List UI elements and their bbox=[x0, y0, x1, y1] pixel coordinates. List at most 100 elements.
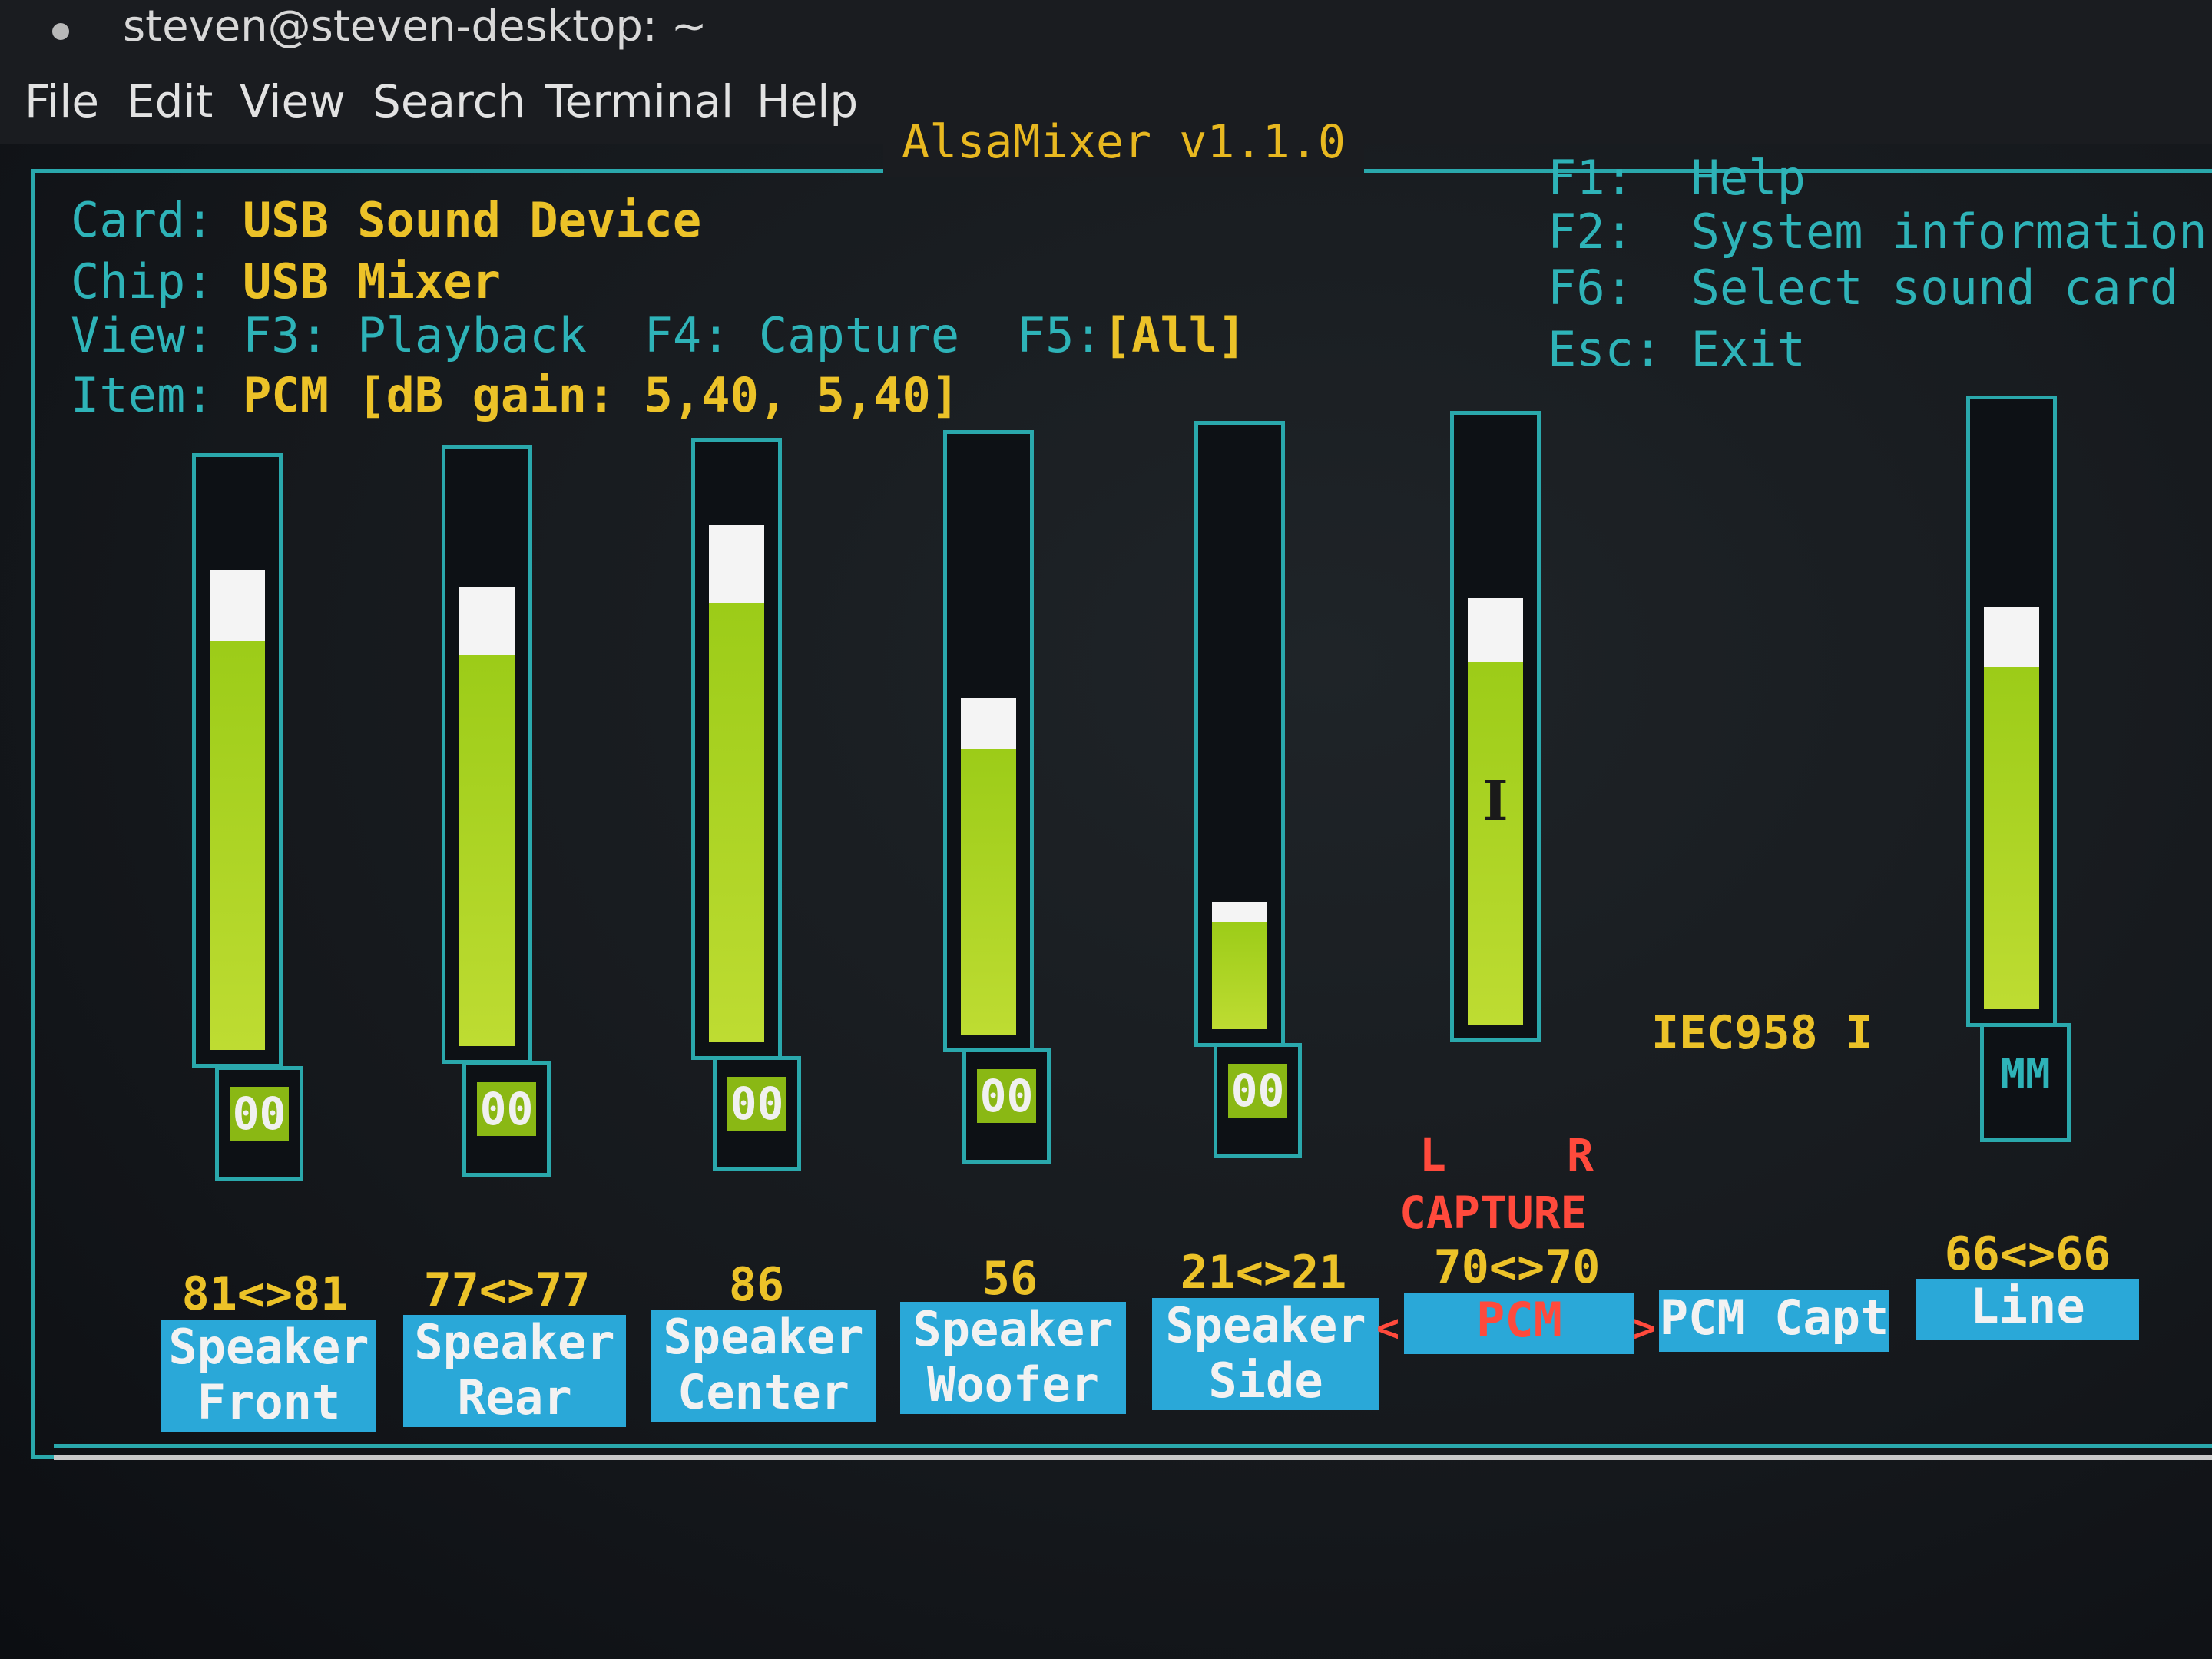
volume-bar-speaker-front[interactable] bbox=[192, 453, 283, 1068]
mixer-frame-outer-border bbox=[54, 1455, 2212, 1460]
bar-white-segment bbox=[1212, 902, 1267, 922]
bar-green-segment bbox=[709, 603, 764, 1042]
bar-white-segment bbox=[210, 569, 265, 642]
mute-status: MM bbox=[2000, 1050, 2051, 1098]
channel-value: 70<>70 bbox=[1433, 1240, 1601, 1294]
volume-bar-speaker-side[interactable] bbox=[1194, 421, 1285, 1047]
volume-bar-speaker-woofer[interactable] bbox=[943, 430, 1034, 1052]
item-value: PCM [dB gain: 5,40, 5,40] bbox=[242, 367, 960, 423]
item-line: Item: PCM [dB gain: 5,40, 5,40] bbox=[71, 367, 959, 424]
key-f6: F6: bbox=[1548, 260, 1634, 316]
channel-name-speaker-side[interactable]: Speaker Side bbox=[1152, 1298, 1379, 1410]
selection-right-arrow-icon: > bbox=[1633, 1306, 1657, 1350]
bar-fill bbox=[1212, 425, 1267, 1029]
channel-value: 56 bbox=[982, 1252, 1038, 1306]
bar-green-segment bbox=[961, 748, 1016, 1035]
capture-label: CAPTURE bbox=[1399, 1187, 1588, 1239]
window-title: steven@steven-desktop: ~ bbox=[123, 2, 707, 51]
bar-green-segment bbox=[1468, 661, 1523, 1025]
app-title: AlsaMixer v1.1.0 bbox=[883, 108, 1364, 177]
bar-white-segment bbox=[709, 525, 764, 604]
menu-view[interactable]: View bbox=[240, 75, 346, 127]
mute-status: 00 bbox=[1228, 1064, 1287, 1118]
bar-fill bbox=[1468, 415, 1523, 1025]
volume-bar-pcm[interactable] bbox=[1450, 411, 1541, 1042]
capture-left-label: L bbox=[1419, 1129, 1446, 1181]
mute-toggle-speaker-rear[interactable]: 00 bbox=[462, 1061, 551, 1177]
bar-white-segment bbox=[961, 698, 1016, 749]
key-help-f1: F1: Help bbox=[1548, 150, 1806, 207]
card-value: USB Sound Device bbox=[242, 192, 702, 248]
mute-status: 00 bbox=[977, 1069, 1036, 1123]
menu-terminal[interactable]: Terminal bbox=[545, 75, 733, 127]
key-f6-action: Select sound card bbox=[1690, 260, 2179, 316]
mute-toggle-line[interactable]: MM bbox=[1980, 1023, 2071, 1142]
bar-fill bbox=[459, 449, 515, 1046]
key-help-esc: Esc: Exit bbox=[1548, 321, 1806, 378]
bar-white-segment bbox=[459, 586, 515, 656]
mute-toggle-speaker-front[interactable]: 00 bbox=[215, 1066, 303, 1181]
chip-value: USB Mixer bbox=[242, 253, 501, 310]
menu-file[interactable]: File bbox=[25, 75, 99, 127]
channel-name-speaker-center[interactable]: Speaker Center bbox=[651, 1310, 876, 1422]
text-cursor-icon: I bbox=[1482, 768, 1508, 833]
volume-bar-line[interactable] bbox=[1966, 396, 2057, 1027]
bar-fill bbox=[1984, 399, 2039, 1009]
bar-green-segment bbox=[1984, 667, 2039, 1009]
bar-fill bbox=[961, 434, 1016, 1035]
menu-help[interactable]: Help bbox=[757, 75, 858, 127]
key-f1: F1: bbox=[1548, 150, 1634, 206]
key-help-f2: F2: System information bbox=[1548, 204, 2207, 260]
chip-line: Chip: USB Mixer bbox=[71, 253, 501, 310]
item-label: Item: bbox=[71, 367, 214, 423]
mute-status: 00 bbox=[727, 1077, 786, 1131]
mixer-frame-inner-border bbox=[54, 1444, 2212, 1448]
mute-status: 00 bbox=[230, 1087, 289, 1141]
iec958-label: IEC958 I bbox=[1651, 1006, 1873, 1060]
view-all[interactable]: [All] bbox=[1103, 307, 1247, 363]
key-esc-action: Exit bbox=[1690, 321, 1806, 377]
view-capture[interactable]: F4: Capture bbox=[644, 307, 960, 363]
channel-name-line[interactable]: Line bbox=[1916, 1279, 2139, 1340]
bar-green-segment bbox=[1212, 921, 1267, 1029]
bar-white-segment bbox=[1468, 598, 1523, 662]
window-dot-icon[interactable] bbox=[52, 23, 69, 40]
card-line: Card: USB Sound Device bbox=[71, 192, 701, 249]
key-f2-action: System information bbox=[1690, 204, 2207, 260]
bar-fill bbox=[210, 457, 265, 1050]
bar-white-segment bbox=[1984, 606, 2039, 667]
channel-name-pcm[interactable]: PCM bbox=[1404, 1293, 1634, 1354]
mute-toggle-speaker-side[interactable]: 00 bbox=[1214, 1043, 1302, 1158]
title-bar: steven@steven-desktop: ~ bbox=[0, 0, 2212, 60]
capture-right-label: R bbox=[1567, 1129, 1594, 1181]
channel-value: 66<>66 bbox=[1944, 1227, 2111, 1281]
channel-name-speaker-rear[interactable]: Speaker Rear bbox=[403, 1315, 626, 1427]
terminal-screen: steven@steven-desktop: ~ File Edit View … bbox=[0, 0, 2212, 1659]
channel-value: 81<>81 bbox=[181, 1267, 349, 1321]
key-esc: Esc: bbox=[1548, 321, 1663, 377]
view-line: View: F3: Playback F4: Capture F5:[All] bbox=[71, 307, 1246, 364]
channel-name-speaker-woofer[interactable]: Speaker Woofer bbox=[900, 1302, 1126, 1414]
volume-bar-speaker-center[interactable] bbox=[691, 438, 782, 1060]
channel-value: 21<>21 bbox=[1180, 1246, 1347, 1300]
volume-bar-speaker-rear[interactable] bbox=[442, 445, 532, 1064]
bar-green-segment bbox=[459, 655, 515, 1046]
menu-search[interactable]: Search bbox=[373, 75, 525, 127]
view-label: View: bbox=[71, 307, 214, 363]
view-all-key: F5: bbox=[1016, 307, 1103, 363]
bar-fill bbox=[709, 442, 764, 1042]
view-playback[interactable]: F3: Playback bbox=[243, 307, 587, 363]
menu-edit[interactable]: Edit bbox=[127, 75, 213, 127]
key-help-f6: F6: Select sound card bbox=[1548, 260, 2178, 316]
mute-toggle-speaker-woofer[interactable]: 00 bbox=[962, 1048, 1051, 1164]
selection-left-arrow-icon: < bbox=[1376, 1306, 1400, 1350]
card-label: Card: bbox=[71, 192, 214, 248]
channel-value: 77<>77 bbox=[423, 1263, 591, 1317]
bar-green-segment bbox=[210, 641, 265, 1050]
mute-toggle-speaker-center[interactable]: 00 bbox=[713, 1056, 801, 1171]
channel-value: 86 bbox=[728, 1258, 785, 1312]
chip-label: Chip: bbox=[71, 253, 214, 310]
channel-name-pcm-capt[interactable]: PCM Capt bbox=[1659, 1290, 1889, 1352]
mute-status: 00 bbox=[477, 1082, 536, 1136]
channel-name-speaker-front[interactable]: Speaker Front bbox=[161, 1320, 376, 1432]
